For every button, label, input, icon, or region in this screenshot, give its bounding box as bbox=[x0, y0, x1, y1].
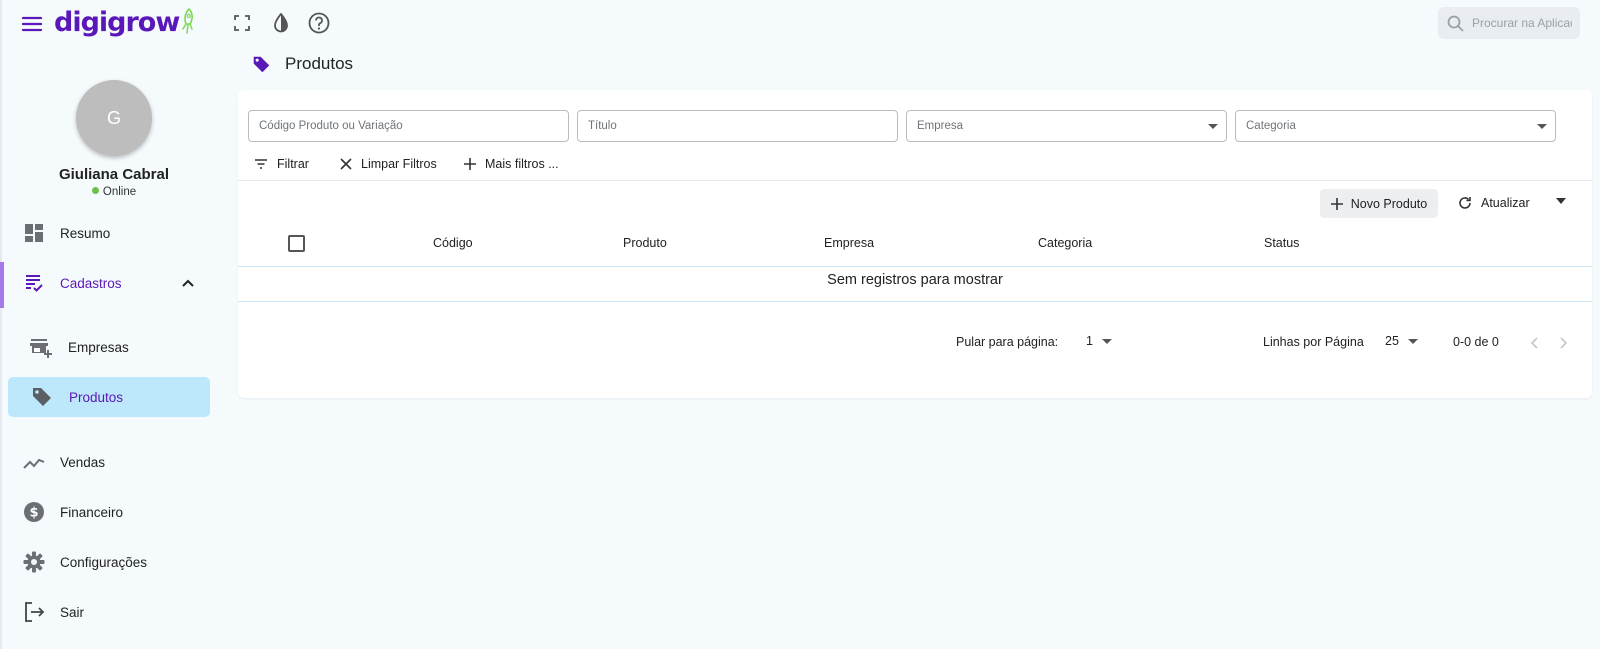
new-product-label: Novo Produto bbox=[1350, 196, 1428, 211]
tag-icon bbox=[30, 385, 54, 409]
filter-icon bbox=[255, 159, 267, 169]
svg-text:$: $ bbox=[29, 506, 38, 521]
products-card: Filtrar Limpar Filtros Mais filtros ... … bbox=[238, 90, 1592, 398]
sidebar-item-resumo[interactable]: Resumo bbox=[0, 213, 212, 253]
fullscreen-icon[interactable] bbox=[230, 11, 254, 35]
sidebar-item-empresas[interactable]: Empresas bbox=[0, 327, 212, 367]
rocket-icon bbox=[182, 7, 194, 34]
more-filters-label: Mais filtros ... bbox=[485, 157, 559, 171]
menu-icon[interactable] bbox=[20, 12, 44, 36]
filters-divider bbox=[238, 180, 1592, 181]
search-input[interactable] bbox=[1472, 16, 1572, 30]
refresh-icon bbox=[1459, 197, 1471, 209]
page-select-value: 1 bbox=[1086, 334, 1093, 348]
help-icon[interactable] bbox=[307, 11, 331, 35]
page-select[interactable]: 1 bbox=[1086, 334, 1112, 348]
next-page-icon[interactable] bbox=[1556, 336, 1570, 350]
sidebar-item-label: Produtos bbox=[69, 389, 124, 405]
rows-per-page-value: 25 bbox=[1385, 334, 1399, 348]
sidebar-item-cadastros[interactable]: Cadastros bbox=[0, 263, 212, 303]
more-actions-caret-icon[interactable] bbox=[1556, 198, 1566, 204]
plus-icon bbox=[1330, 197, 1343, 210]
code-filter-input[interactable] bbox=[249, 120, 568, 132]
gear-icon bbox=[22, 550, 46, 574]
column-header-categoria[interactable]: Categoria bbox=[1038, 236, 1092, 250]
company-select-input[interactable] bbox=[907, 120, 1226, 132]
previous-page-icon[interactable] bbox=[1528, 336, 1542, 350]
dollar-circle-icon: $ bbox=[22, 500, 46, 524]
empty-state-message: Sem registros para mostrar bbox=[827, 272, 1003, 288]
category-select[interactable] bbox=[1235, 110, 1556, 142]
page-header: Produtos bbox=[252, 54, 353, 74]
sidebar-item-label: Resumo bbox=[60, 225, 111, 241]
close-icon bbox=[340, 158, 352, 170]
clear-filters-label: Limpar Filtros bbox=[361, 157, 437, 171]
sidebar-item-vendas[interactable]: Vendas bbox=[0, 442, 212, 482]
caret-down-icon bbox=[1101, 338, 1112, 344]
filter-button-label: Filtrar bbox=[277, 157, 309, 171]
category-select-input[interactable] bbox=[1236, 120, 1555, 132]
caret-down-icon bbox=[1208, 124, 1218, 129]
title-filter-field[interactable] bbox=[577, 110, 898, 142]
status-text: Online bbox=[102, 186, 137, 198]
rows-per-page-label: Linhas por Página bbox=[1263, 335, 1364, 349]
sidebar-item-label: Cadastros bbox=[60, 275, 122, 291]
pagination-range: 0-0 de 0 bbox=[1453, 335, 1499, 349]
logo-text: digigrow bbox=[54, 6, 180, 38]
logo[interactable]: digigrow bbox=[54, 4, 196, 40]
column-header-codigo[interactable]: Código bbox=[433, 236, 473, 250]
search-icon bbox=[1447, 15, 1464, 32]
avatar[interactable]: G bbox=[76, 80, 152, 156]
sidebar-item-label: Vendas bbox=[60, 454, 106, 470]
sidebar: digigrow G Giuliana Cabral Online Resumo… bbox=[0, 0, 220, 649]
dashboard-icon bbox=[22, 221, 46, 245]
clear-filters-button[interactable]: Limpar Filtros bbox=[340, 155, 437, 173]
sidebar-item-label: Configurações bbox=[60, 554, 148, 570]
search-box[interactable] bbox=[1438, 7, 1580, 39]
header-divider bbox=[238, 266, 1592, 267]
refresh-label: Atualizar bbox=[1481, 196, 1530, 210]
page-title: Produtos bbox=[285, 54, 354, 73]
caret-down-icon bbox=[1407, 338, 1418, 344]
title-filter-input[interactable] bbox=[578, 120, 897, 132]
sidebar-item-label: Empresas bbox=[68, 339, 129, 355]
column-header-empresa[interactable]: Empresa bbox=[824, 236, 874, 250]
tag-icon bbox=[253, 56, 270, 72]
avatar-initial: G bbox=[106, 107, 121, 128]
sidebar-item-financeiro[interactable]: $ Financeiro bbox=[0, 492, 212, 532]
user-status: Online bbox=[0, 186, 228, 198]
more-filters-button[interactable]: Mais filtros ... bbox=[464, 155, 559, 173]
refresh-button[interactable]: Atualizar bbox=[1458, 190, 1530, 216]
column-header-status[interactable]: Status bbox=[1264, 236, 1299, 250]
sidebar-item-configuracoes[interactable]: Configurações bbox=[0, 542, 212, 582]
new-product-button[interactable]: Novo Produto bbox=[1320, 189, 1438, 218]
filter-button[interactable]: Filtrar bbox=[254, 155, 309, 173]
sidebar-item-label: Sair bbox=[60, 604, 85, 620]
caret-down-icon bbox=[1537, 124, 1547, 129]
status-dot bbox=[91, 187, 99, 194]
trend-icon bbox=[22, 450, 46, 474]
rows-per-page-select[interactable]: 25 bbox=[1385, 334, 1418, 348]
sidebar-item-produtos[interactable]: Produtos bbox=[8, 377, 210, 417]
list-check-icon bbox=[22, 271, 46, 295]
plus-icon bbox=[464, 158, 476, 170]
column-header-produto[interactable]: Produto bbox=[623, 236, 667, 250]
jump-to-page-label: Pular para página: bbox=[956, 335, 1059, 349]
logout-icon bbox=[22, 600, 46, 624]
chevron-up-icon[interactable] bbox=[178, 273, 198, 293]
code-filter-field[interactable] bbox=[248, 110, 569, 142]
store-add-icon bbox=[29, 335, 53, 359]
sidebar-item-sair[interactable]: Sair bbox=[0, 592, 212, 632]
select-all-checkbox[interactable] bbox=[288, 235, 305, 252]
company-select[interactable] bbox=[906, 110, 1227, 142]
sidebar-item-label: Financeiro bbox=[60, 504, 124, 520]
contrast-icon[interactable] bbox=[269, 11, 293, 35]
row-divider bbox=[238, 301, 1592, 302]
user-name: Giuliana Cabral bbox=[58, 166, 170, 183]
